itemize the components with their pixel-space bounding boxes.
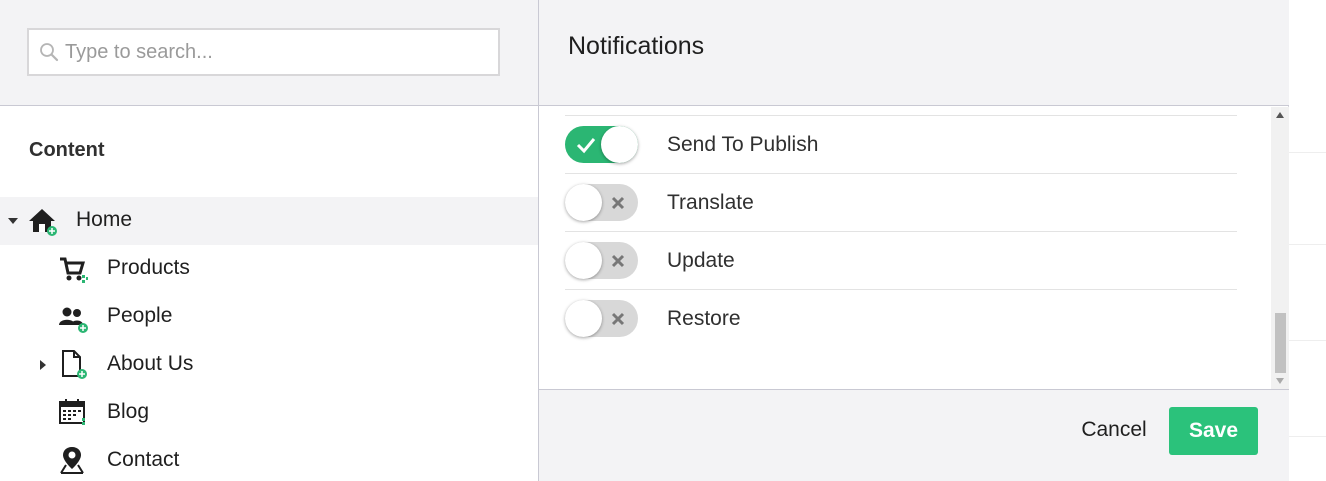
shopping-cart-icon — [60, 257, 88, 283]
toggle-switch[interactable] — [565, 126, 638, 163]
tree-item-blog[interactable]: Blog — [0, 389, 538, 437]
section-title: Content — [29, 139, 105, 161]
search-input[interactable] — [65, 40, 485, 64]
notifications-dialog: Notifications Send To Publish Translate — [538, 0, 1289, 481]
divider — [1289, 152, 1326, 153]
notification-row: Update — [565, 232, 1237, 290]
tree-item-home[interactable]: Home — [0, 197, 538, 245]
search-header — [0, 0, 538, 106]
dialog-title: Notifications — [568, 32, 705, 60]
tree-item-people[interactable]: People — [0, 293, 538, 341]
background-edge — [1289, 0, 1326, 481]
map-pin-icon — [60, 447, 84, 474]
notification-row: Send To Publish — [565, 116, 1237, 174]
close-icon — [611, 196, 625, 210]
home-icon — [29, 209, 57, 236]
document-icon — [62, 350, 87, 379]
scrollbar-thumb[interactable] — [1275, 313, 1286, 373]
dialog-footer: Cancel Save — [539, 389, 1289, 481]
divider — [1289, 436, 1326, 437]
search-box[interactable] — [27, 28, 500, 76]
close-icon — [611, 312, 625, 326]
tree-item-label: Blog — [107, 400, 150, 423]
toggle-switch[interactable] — [565, 300, 638, 337]
dialog-header: Notifications — [539, 0, 1289, 106]
cancel-button[interactable]: Cancel — [1071, 410, 1157, 450]
divider — [1289, 244, 1326, 245]
close-icon — [611, 254, 625, 268]
tree-item-products[interactable]: Products — [0, 245, 538, 293]
tree-item-label: Contact — [107, 448, 180, 471]
content-tree-panel: Content Home Products — [0, 0, 538, 481]
arrow-down-icon — [1276, 378, 1284, 384]
check-icon — [576, 138, 596, 154]
notification-row: Restore — [565, 290, 1237, 348]
people-icon — [59, 307, 88, 333]
caret-right-icon[interactable] — [38, 360, 48, 370]
toggle-switch[interactable] — [565, 184, 638, 221]
tree-item-label: Home — [76, 208, 133, 231]
scroll-down-arrow[interactable] — [1271, 373, 1289, 389]
tree-item-about-us[interactable]: About Us — [0, 341, 538, 389]
notification-label: Restore — [667, 307, 741, 330]
caret-down-icon[interactable] — [8, 216, 18, 226]
notification-label: Send To Publish — [667, 133, 819, 156]
search-icon — [40, 43, 59, 62]
tree-item-label: About Us — [107, 352, 194, 375]
notifications-list: Send To Publish Translate Update Restore — [539, 107, 1289, 389]
toggle-knob — [565, 184, 602, 221]
save-button[interactable]: Save — [1169, 407, 1258, 455]
tree-item-label: Products — [107, 256, 190, 279]
tree-item-contact[interactable]: Contact — [0, 437, 538, 481]
tree-item-label: People — [107, 304, 173, 327]
divider — [1289, 340, 1326, 341]
notification-row: Translate — [565, 174, 1237, 232]
arrow-up-icon — [1276, 112, 1284, 118]
scrollbar[interactable] — [1271, 107, 1289, 389]
toggle-knob — [565, 300, 602, 337]
toggle-knob — [601, 126, 638, 163]
scroll-up-arrow[interactable] — [1271, 107, 1289, 123]
calendar-icon — [59, 399, 85, 425]
notification-label: Update — [667, 249, 735, 272]
notification-label: Translate — [667, 191, 754, 214]
toggle-knob — [565, 242, 602, 279]
toggle-switch[interactable] — [565, 242, 638, 279]
